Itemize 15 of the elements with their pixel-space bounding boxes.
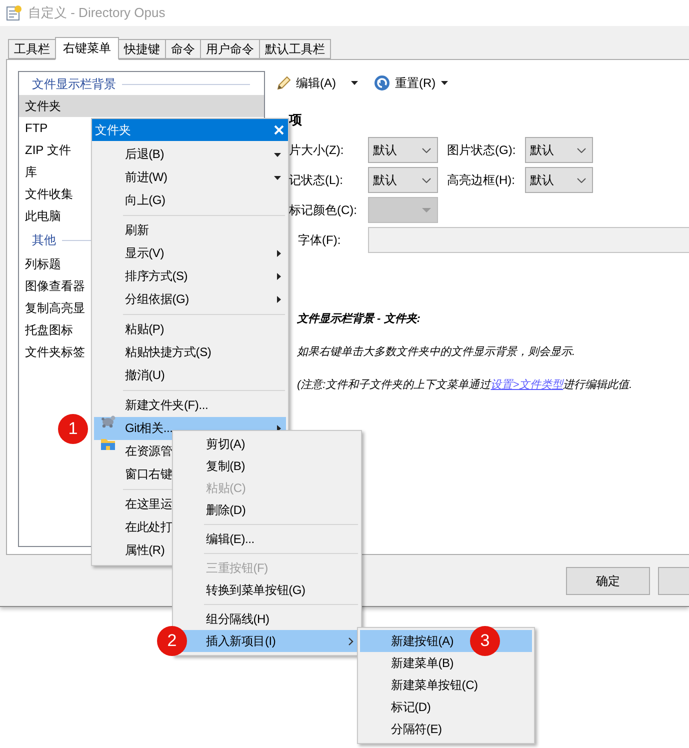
- step-badge: 2: [157, 626, 187, 656]
- menu-title: 文件夹: [95, 122, 131, 138]
- group-header: 其他: [32, 232, 56, 248]
- field-label: 图片状态(G):: [446, 142, 517, 158]
- group-header: 文件显示栏背景: [32, 76, 116, 92]
- field-label: 标记颜色(C):: [289, 202, 358, 218]
- description-text: 如果右键单击大多数文件夹中的文件显示背景，则会显示.: [297, 344, 576, 360]
- field-label: 字体(F):: [297, 232, 342, 248]
- window-title: 自定义 - Directory Opus: [28, 4, 166, 22]
- description-title: 文件显示栏背景 - 文件夹:: [297, 312, 422, 327]
- field-label: 高亮边框(H):: [446, 172, 516, 188]
- section-heading: 项: [289, 112, 303, 128]
- note-text: (注意:文件和子文件夹的上下文菜单通过设置>文件类型进行编辑此值.: [297, 378, 634, 393]
- field-label: 片大小(Z):: [289, 142, 345, 158]
- field-label: 记状态(L):: [289, 172, 344, 188]
